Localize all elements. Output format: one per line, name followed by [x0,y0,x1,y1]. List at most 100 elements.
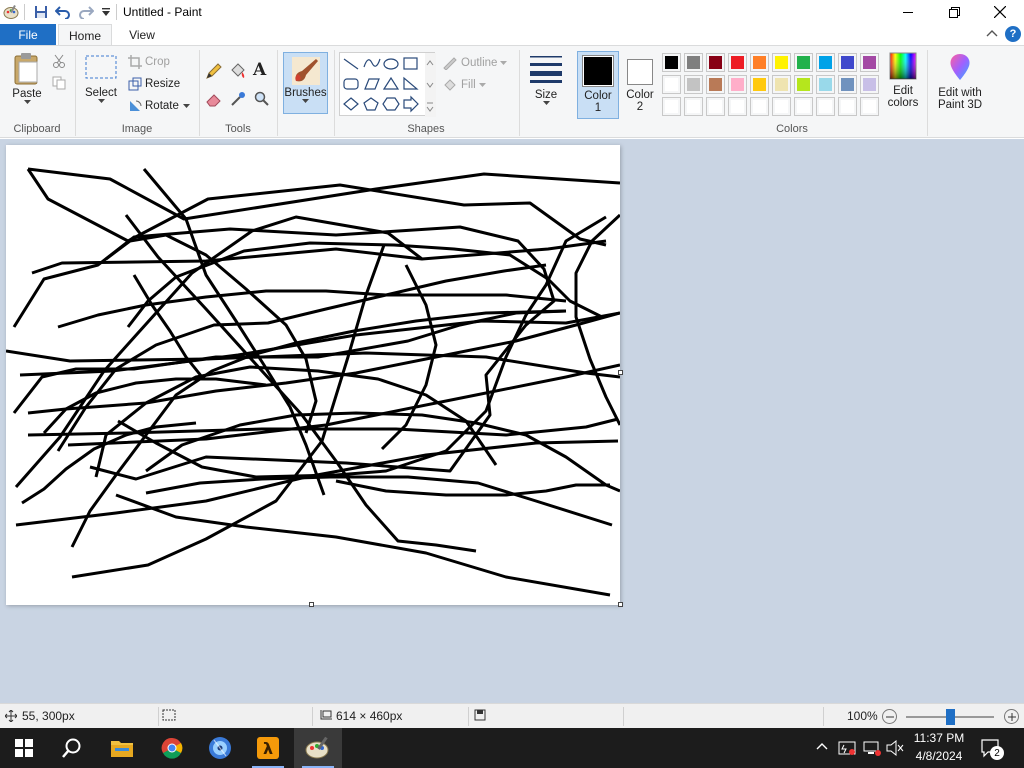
palette-swatch[interactable] [860,75,879,94]
palette-swatch[interactable] [750,75,769,94]
palette-swatch[interactable] [684,53,703,72]
volume-tray-icon[interactable] [886,739,904,759]
show-hidden-icons[interactable] [816,741,828,756]
palette-swatch[interactable] [816,53,835,72]
maximize-icon [948,6,960,18]
brushes-button[interactable]: Brushes [283,52,328,114]
customize-qat-icon[interactable] [97,3,115,21]
plus-icon [1007,712,1016,721]
edit-colors-button[interactable]: Edit colors [884,52,922,109]
battery-tray-icon[interactable] [838,740,856,759]
palette-swatch[interactable] [772,75,791,94]
palette-swatch-color [841,100,854,113]
tab-view[interactable]: View [115,24,169,46]
canvas-work-area[interactable] [0,139,1024,703]
palette-swatch[interactable] [794,97,813,116]
paint-app-icon[interactable] [2,3,20,21]
palette-swatch[interactable] [860,97,879,116]
palette-swatch[interactable] [662,97,681,116]
collapse-ribbon-icon[interactable] [986,28,998,43]
palette-swatch[interactable] [772,53,791,72]
shapes-gallery[interactable] [339,52,436,117]
palette-swatch[interactable] [838,75,857,94]
palette-swatch[interactable] [794,75,813,94]
palette-swatch[interactable] [684,97,703,116]
undo-icon[interactable] [54,3,72,21]
maximize-button[interactable] [931,0,977,24]
palette-swatch[interactable] [706,97,725,116]
resize-button[interactable]: Resize [128,77,180,91]
palette-swatch[interactable] [750,97,769,116]
color1-button[interactable]: Color 1 [577,51,619,119]
palette-swatch[interactable] [728,53,747,72]
size-button[interactable]: Size [526,54,566,106]
battery-icon [838,741,856,755]
palette-swatch[interactable] [772,97,791,116]
selection-size [162,709,176,721]
edit-with-paint3d-button[interactable]: Edit with Paint 3D [932,52,988,111]
fill-button[interactable]: Fill [442,78,486,92]
palette-swatch[interactable] [816,75,835,94]
paste-button[interactable]: Paste [8,52,46,105]
canvas-resize-handle-corner[interactable] [618,602,623,607]
half-life-button[interactable]: λ [244,728,292,768]
palette-swatch[interactable] [728,75,747,94]
rotate-icon [130,100,142,111]
color-picker-tool[interactable] [229,90,247,108]
palette-swatch-color [731,56,744,69]
paint-app-icon [305,736,329,759]
canvas-resize-handle-bottom[interactable] [309,602,314,607]
zoom-in-button[interactable] [1004,709,1019,724]
color2-button[interactable]: Color 2 [621,51,659,119]
palette-swatch[interactable] [706,75,725,94]
palette-swatch[interactable] [838,53,857,72]
save-icon[interactable] [32,3,50,21]
paint-taskbar-button[interactable] [294,728,342,768]
start-button[interactable] [0,728,48,768]
fill-tool[interactable] [229,62,247,80]
cut-button[interactable] [52,54,66,68]
clock-time[interactable]: 11:37 PM [906,731,972,745]
line-size-icon [530,56,562,83]
rotate-button[interactable]: Rotate [128,99,190,113]
palette-swatch[interactable] [728,97,747,116]
network-tray-icon[interactable] [863,740,881,759]
search-button[interactable] [48,728,96,768]
magnifier-tool[interactable] [253,90,271,108]
action-center-button[interactable]: 2 [980,737,1004,762]
palette-swatch[interactable] [860,53,879,72]
redo-icon[interactable] [77,3,95,21]
eraser-tool[interactable] [205,90,223,108]
palette-swatch[interactable] [706,53,725,72]
palette-swatch[interactable] [838,97,857,116]
palette-swatch[interactable] [662,53,681,72]
text-tool[interactable]: A [253,60,266,80]
zoom-out-button[interactable] [882,709,897,724]
palette-swatch[interactable] [684,75,703,94]
tab-home[interactable]: Home [58,24,112,46]
crop-button[interactable]: Crop [128,55,170,69]
copy-button[interactable] [52,76,66,90]
palette-swatch-color [709,78,722,91]
palette-swatch[interactable] [750,53,769,72]
help-icon[interactable]: ? [1005,26,1021,42]
palette-swatch[interactable] [816,97,835,116]
close-button[interactable] [977,0,1023,24]
canvas-resize-handle-right[interactable] [618,370,623,375]
palette-swatch-color [819,100,832,113]
palette-swatch[interactable] [794,53,813,72]
select-button[interactable]: Select [84,54,118,104]
windows-taskbar: λ 11:37 PM 4/8/2024 2 [0,728,1024,768]
drawing-canvas[interactable] [5,145,622,605]
fill-icon [444,79,456,91]
pencil-tool[interactable] [205,62,223,80]
outline-button[interactable]: Outline [442,56,508,70]
zoom-slider-thumb[interactable] [946,709,955,725]
clock-date[interactable]: 4/8/2024 [906,749,972,763]
tab-file[interactable]: File [0,24,56,46]
minimize-button[interactable] [885,0,931,24]
palette-swatch[interactable] [662,75,681,94]
file-explorer-button[interactable] [98,728,146,768]
chrome-button[interactable] [148,728,196,768]
media-app-button[interactable] [196,728,244,768]
